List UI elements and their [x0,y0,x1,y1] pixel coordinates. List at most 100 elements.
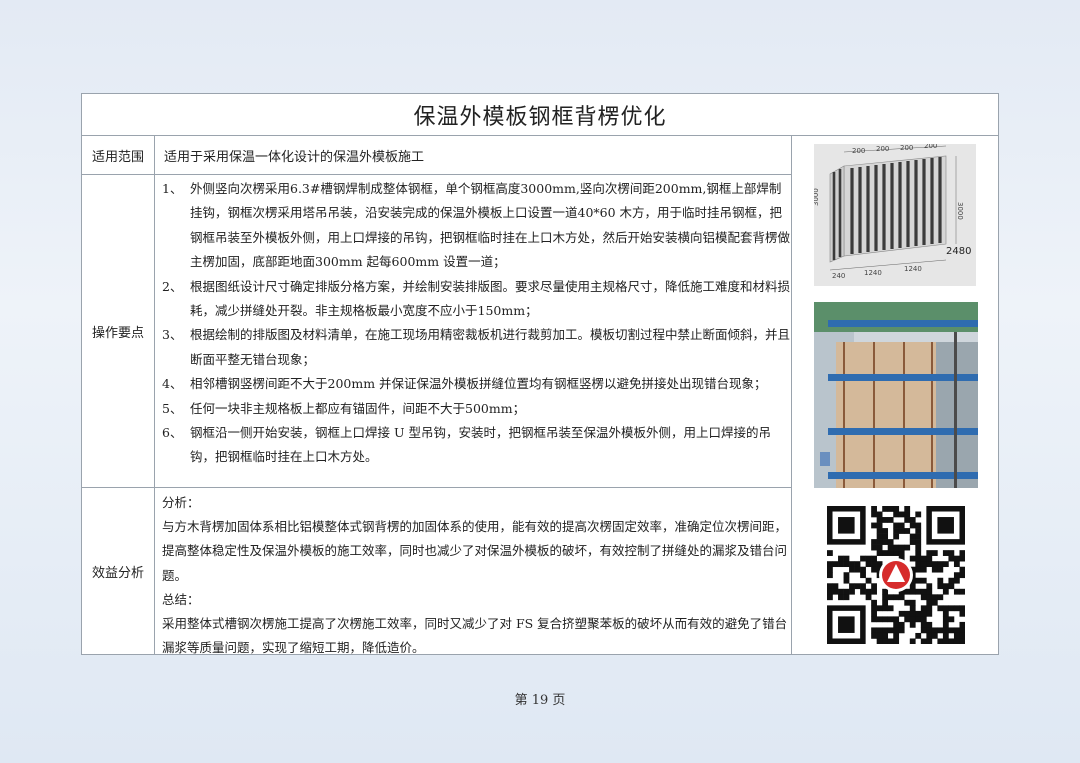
qr-module [920,577,927,584]
benefit-label: 效益分析 [82,488,155,655]
qr-module [926,594,933,601]
qr-module [904,528,911,534]
qr-module [931,632,938,639]
qr-module [931,594,938,601]
qr-module [915,610,922,617]
qr-module [942,627,949,634]
qr-module [920,638,927,644]
qr-module [948,550,955,556]
qr-module [915,577,922,584]
qr-module [942,550,949,556]
qr-module [920,610,927,617]
qr-module [926,605,933,612]
qr-module [854,583,861,590]
qr-module [876,511,883,518]
qr-module [893,616,900,623]
document-sheet: 保温外模板钢框背楞优化 适用范围 适用于采用保温一体化设计的保温外模板施工 操作… [81,93,999,655]
scope-text: 适用于采用保温一体化设计的保温外模板施工 [164,149,425,165]
qr-module [926,550,933,556]
operations-label: 操作要点 [82,175,155,487]
qr-module [959,555,965,562]
dim-bottom-1: 240 [832,272,845,280]
qr-module [827,588,833,595]
dim-top-2: 200 [876,145,889,153]
qr-module [948,627,955,634]
qr-module [920,621,927,628]
qr-module [948,555,955,562]
qr-module [871,627,877,634]
column-divider [791,135,792,655]
qr-module [920,555,927,562]
qr-module [854,561,861,568]
qr-module [849,588,855,595]
qr-module [876,616,883,623]
qr-module [931,561,938,568]
qr-module [871,605,877,612]
qr-module [904,588,911,595]
qr-module [937,577,944,584]
qr-module [926,561,933,568]
qr-module [959,638,965,644]
qr-module [931,599,938,606]
qr-module [948,616,955,623]
qr-module [887,506,894,512]
qr-module [931,550,938,556]
qr-module [882,632,889,639]
operation-number: 1、 [162,181,183,196]
qr-code [827,506,965,644]
qr-module [909,583,916,590]
qr-module [915,528,922,534]
qr-module [854,566,861,573]
qr-module [887,616,894,623]
qr-module [827,594,833,601]
qr-module [904,511,911,518]
qr-module [920,566,927,573]
qr-module [887,539,894,545]
qr-module [843,555,850,562]
qr-module [909,555,916,562]
qr-module [893,627,900,634]
qr-module [953,627,960,634]
qr-module [871,522,877,529]
qr-module [843,594,850,601]
qr-module [887,550,894,556]
qr-module [942,632,949,639]
qr-module [915,632,922,639]
operation-text: 根据图纸设计尺寸确定排版分格方案，并绘制安装排版图。要求尽量使用主规格尺寸，降低… [190,278,791,319]
qr-module [909,588,916,595]
operations-list: 1、 外侧竖向次楞采用6.3#槽钢焊制成整体钢框，单个钢框高度3000mm,竖向次… [160,177,790,470]
qr-module [926,588,933,595]
operation-item: 4、 相邻槽钢竖楞间距不大于200mm 并保证保温外模板拼缝位置均有钢框竖楞以避免… [160,372,790,396]
qr-module [871,583,877,590]
qr-module [827,550,833,556]
qr-module [849,566,855,573]
operation-text: 根据绘制的排版图及材料清单，在施工现场用精密裁板机进行裁剪加工。模板切割过程中禁… [190,327,791,367]
qr-module [926,555,933,562]
dim-bottom-3: 1240 [904,265,922,273]
qr-module [871,588,877,595]
qr-module [876,533,883,540]
dim-bottom-2: 1240 [864,269,882,277]
qr-module [865,588,872,595]
qr-module [915,555,922,562]
qr-module [893,528,900,534]
qr-module [898,621,905,628]
summary-text: 采用整体式槽钢次楞施工提高了次楞施工效率，同时又减少了对 FS 复合挤塑聚苯板的… [162,616,788,656]
qr-finder [937,517,954,534]
analysis-text: 与方木背楞加固体系相比铝模整体式钢背楞的加固体系的使用，能有效的提高次楞固定效率… [162,519,788,583]
qr-module [882,506,889,512]
operation-item: 5、 任何一块非主规格板上都应有锚固件，间距不大于500mm； [160,397,790,421]
qr-module [876,522,883,529]
qr-module [865,555,872,562]
qr-module [898,627,905,634]
qr-module [953,638,960,644]
qr-module [871,544,877,551]
qr-module [882,517,889,523]
qr-module [920,594,927,601]
qr-module [948,577,955,584]
qr-module [882,594,889,601]
qr-module [915,511,922,518]
qr-module [871,599,877,606]
qr-module [893,621,900,628]
qr-module [937,566,944,573]
